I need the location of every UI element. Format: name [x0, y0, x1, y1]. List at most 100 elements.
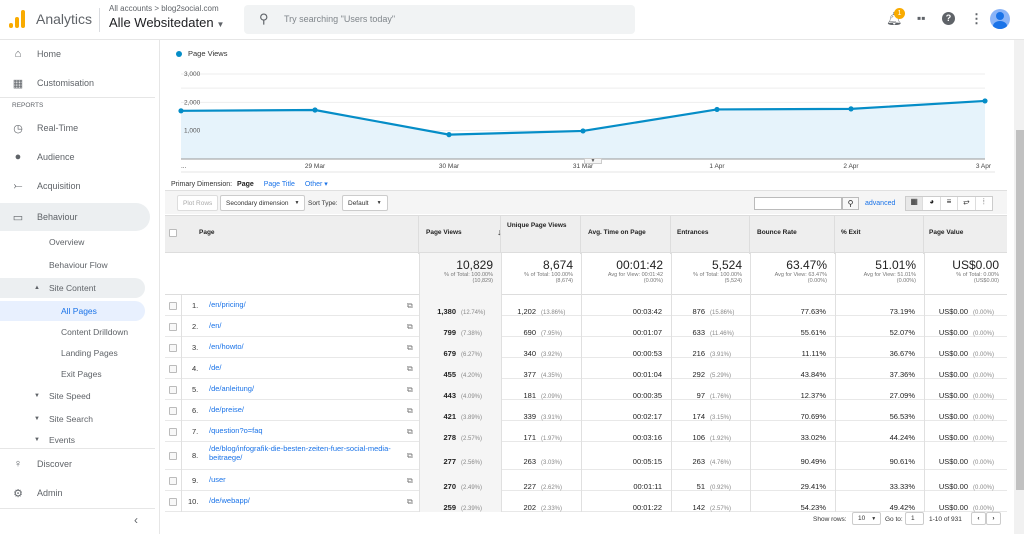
sort-descending-icon[interactable]: ↓	[497, 227, 502, 237]
row-checkbox[interactable]	[169, 476, 177, 485]
table-cell: 340 (3.92%)	[501, 337, 581, 358]
sidebar-item-label: Overview	[49, 237, 85, 247]
property-selector[interactable]: Alle Websitedaten ▼	[109, 15, 224, 30]
sidebar-item-home[interactable]: ⌂ Home	[0, 41, 150, 67]
sidebar-item-acquisition[interactable]: ⤚ Acquisition	[0, 173, 150, 199]
breadcrumb[interactable]: All accounts > blog2social.com	[109, 4, 219, 13]
column-header[interactable]: Page Views	[426, 229, 506, 236]
table-cell: 55.61%	[750, 316, 835, 337]
sidebar-item-behaviour[interactable]: ▭ Behaviour	[0, 203, 150, 231]
search-box[interactable]: ⚲ Try searching "Users today"	[244, 5, 635, 34]
sidebar-item-events[interactable]: ▼ Events	[0, 433, 145, 447]
sort-type-select[interactable]: Default ▼	[342, 195, 388, 211]
scrollbar-thumb[interactable]	[1016, 130, 1024, 490]
row-checkbox[interactable]	[169, 322, 177, 331]
table-view-icon[interactable]: ▦	[906, 197, 924, 210]
sidebar-item-realtime[interactable]: ◷ Real-Time	[0, 115, 150, 141]
table-filter-input[interactable]	[754, 197, 842, 210]
plot-rows-button[interactable]: Plot Rows	[177, 195, 219, 211]
open-external-icon[interactable]: ⧉	[407, 497, 413, 507]
more-vert-icon[interactable]: ⋮	[970, 11, 983, 27]
page-link[interactable]: /en/	[209, 321, 409, 331]
column-header[interactable]: Entrances	[677, 229, 757, 236]
row-checkbox[interactable]	[169, 452, 177, 460]
sidebar-item-site-content[interactable]: ▲ Site Content	[0, 278, 145, 298]
cell-percent: (1.76%)	[710, 393, 732, 400]
chart-resize-handle[interactable]: ▼	[584, 158, 602, 164]
open-external-icon[interactable]: ⧉	[407, 427, 413, 437]
filter-search-icon[interactable]: ⚲	[842, 197, 859, 210]
sidebar-item-exit-pages[interactable]: Exit Pages	[0, 364, 145, 384]
table-cell: 216 (3.91%)	[671, 337, 750, 358]
next-page-button[interactable]: ›	[986, 512, 1001, 525]
column-header[interactable]: Page	[199, 229, 279, 236]
column-header[interactable]: Avg. Time on Page	[588, 229, 668, 236]
open-external-icon[interactable]: ⧉	[407, 406, 413, 416]
open-external-icon[interactable]: ⧉	[407, 385, 413, 395]
select-all-checkbox[interactable]	[169, 229, 177, 237]
table-cell: US$0.00 (0.00%)	[924, 442, 1007, 470]
row-checkbox[interactable]	[169, 343, 177, 352]
open-external-icon[interactable]: ⧉	[407, 301, 413, 311]
sidebar-item-audience[interactable]: ● Audience	[0, 144, 150, 170]
dimension-page[interactable]: Page	[237, 181, 254, 188]
sidebar-item-all-pages[interactable]: All Pages	[0, 301, 145, 321]
help-icon[interactable]: ?	[942, 12, 955, 25]
page-link[interactable]: /en/howto/	[209, 342, 409, 352]
sidebar-item-behaviour-flow[interactable]: Behaviour Flow	[0, 255, 145, 275]
row-checkbox[interactable]	[169, 364, 177, 373]
cell-percent: (2.62%)	[541, 484, 563, 491]
dimension-page-title[interactable]: Page Title	[264, 181, 295, 188]
sidebar-item-discover[interactable]: ♀ Discover	[0, 451, 150, 477]
view-switcher: ▦ ◕ ≡ ⥂ ⦙	[905, 196, 993, 211]
sidebar-item-landing-pages[interactable]: Landing Pages	[0, 343, 145, 363]
sidebar-item-site-search[interactable]: ▼ Site Search	[0, 409, 145, 429]
page-link[interactable]: /user	[209, 475, 409, 485]
open-external-icon[interactable]: ⧉	[407, 451, 413, 461]
show-rows-select[interactable]: 10 ▼	[852, 512, 881, 525]
page-link[interactable]: /de/anleitung/	[209, 384, 409, 394]
row-checkbox[interactable]	[169, 385, 177, 394]
sidebar-item-site-speed[interactable]: ▼ Site Speed	[0, 386, 145, 406]
goto-label: Go to:	[885, 516, 903, 523]
cell-content: 00:05:15	[633, 451, 662, 469]
open-external-icon[interactable]: ⧉	[407, 343, 413, 353]
advanced-filter-link[interactable]: advanced	[865, 200, 895, 207]
page-link[interactable]: /de/blog/infografik-die-besten-zeiten-fu…	[209, 444, 409, 462]
apps-grid-icon[interactable]: ▪▪	[917, 11, 926, 25]
sidebar-item-admin[interactable]: ⚙ Admin	[0, 480, 150, 506]
sidebar-item-overview[interactable]: Overview	[0, 232, 145, 252]
page-link[interactable]: /de/preise/	[209, 405, 409, 415]
collapse-sidebar-icon[interactable]: ‹	[134, 513, 138, 527]
page-link[interactable]: /de/	[209, 363, 409, 373]
column-header[interactable]: % Exit	[841, 229, 921, 236]
row-checkbox[interactable]	[169, 427, 177, 436]
column-header[interactable]: Unique Page Views	[507, 222, 577, 229]
comparison-view-icon[interactable]: ⥂	[958, 197, 976, 210]
page-link[interactable]: /question?o=faq	[209, 426, 409, 436]
sidebar-item-content-drilldown[interactable]: Content Drilldown	[0, 322, 145, 342]
column-header[interactable]: Page Value	[929, 229, 1009, 236]
dimension-other[interactable]: Other ▾	[305, 181, 328, 188]
open-external-icon[interactable]: ⧉	[407, 476, 413, 486]
goto-input[interactable]: 1	[905, 512, 924, 525]
cell-percent: (0.00%)	[973, 460, 995, 466]
page-link[interactable]: /en/pricing/	[209, 300, 409, 310]
cell-value: US$0.00	[938, 306, 968, 316]
open-external-icon[interactable]: ⧉	[407, 322, 413, 332]
prev-page-button[interactable]: ‹	[971, 512, 986, 525]
avatar[interactable]	[990, 9, 1010, 29]
sidebar-item-customisation[interactable]: ▦ Customisation	[0, 70, 150, 96]
row-checkbox[interactable]	[169, 301, 177, 310]
page-link[interactable]: /de/webapp/	[209, 496, 409, 506]
open-external-icon[interactable]: ⧉	[407, 364, 413, 374]
secondary-dimension-select[interactable]: Secondary dimension ▼	[220, 195, 306, 211]
row-checkbox[interactable]	[169, 497, 177, 506]
pie-view-icon[interactable]: ◕	[923, 197, 941, 210]
cell-percent: (3.89%)	[461, 414, 483, 421]
pivot-view-icon[interactable]: ⦙	[976, 197, 992, 210]
performance-view-icon[interactable]: ≡	[941, 197, 959, 210]
row-checkbox[interactable]	[169, 406, 177, 415]
column-header[interactable]: Bounce Rate	[757, 229, 837, 236]
total-value: 8,674	[542, 258, 573, 272]
